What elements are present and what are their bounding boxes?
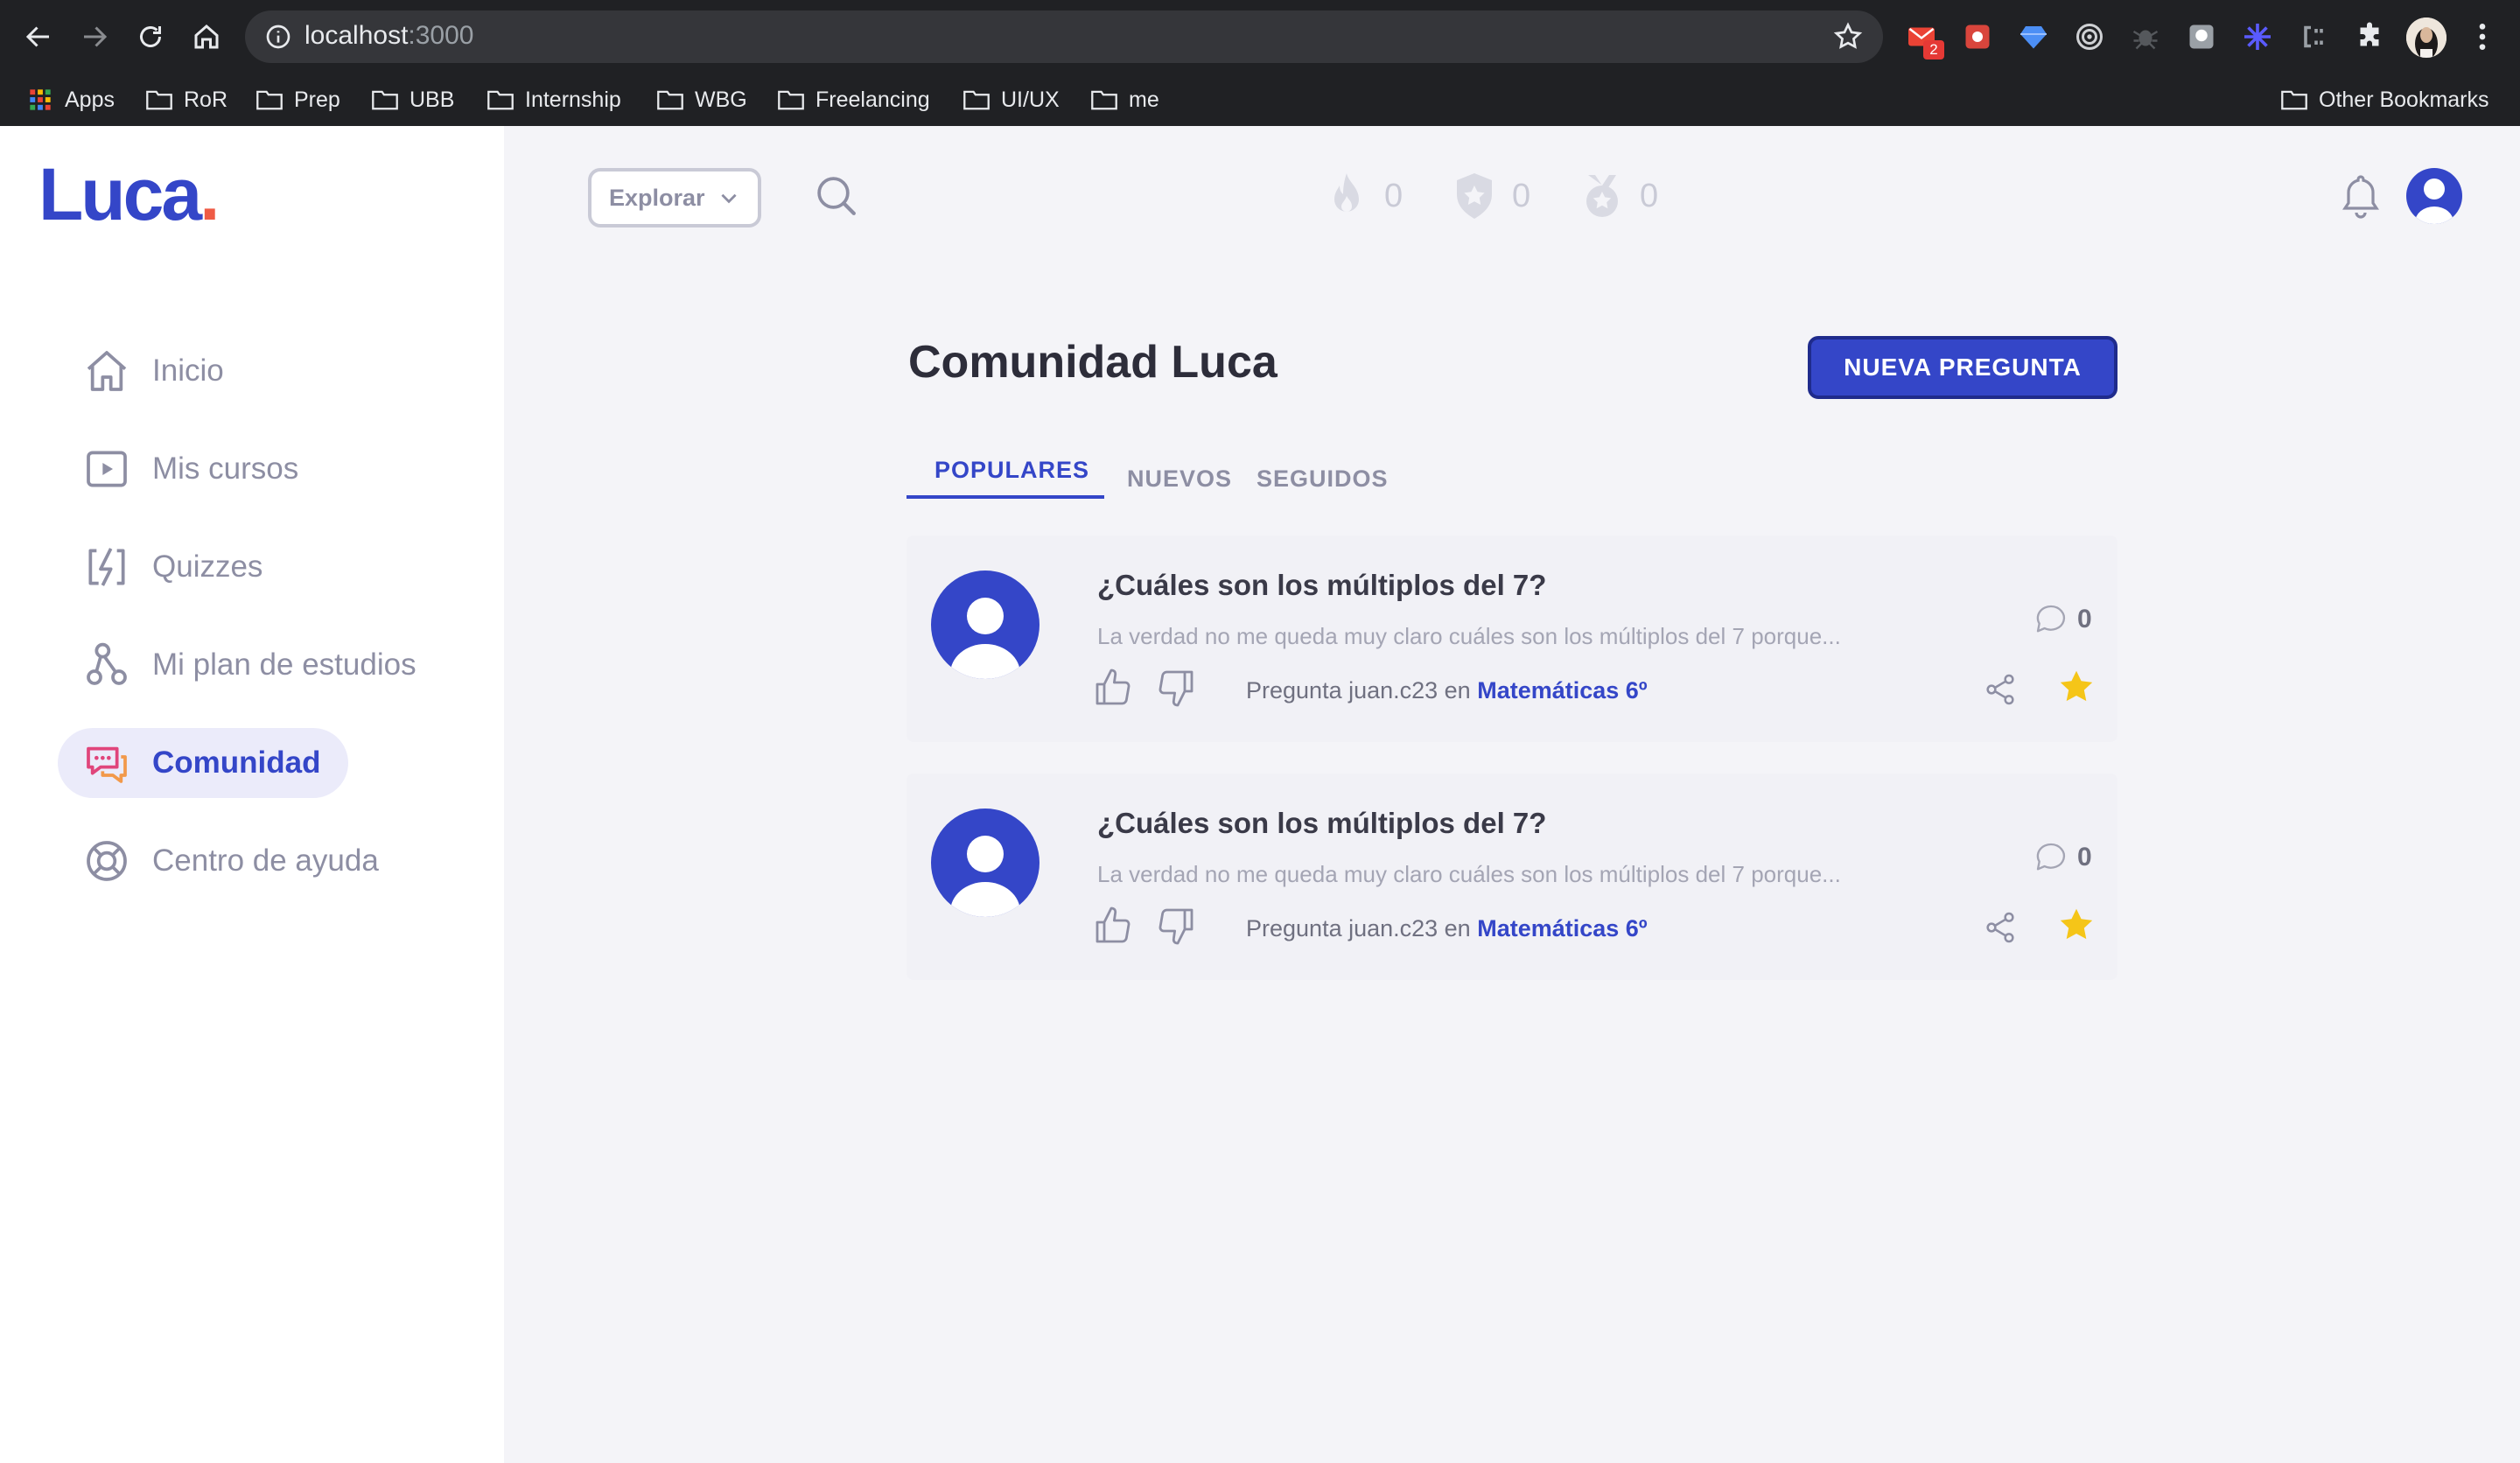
bookmark-folder[interactable]: Internship (486, 80, 621, 119)
shield-star-icon (1457, 173, 1492, 219)
question-meta: Pregunta juan.c23 en Matemáticas 6º (1246, 915, 1648, 942)
folder-icon (1091, 90, 1117, 110)
reload-icon[interactable] (130, 16, 172, 58)
tab-populares[interactable]: POPULARES (934, 457, 1089, 484)
author-avatar (931, 570, 1040, 679)
question-excerpt: La verdad no me queda muy claro cuáles s… (1097, 861, 1841, 887)
lifebuoy-icon (87, 841, 127, 881)
bookmark-folder[interactable]: UI/UX (962, 80, 1060, 119)
bookmark-folder[interactable]: WBG (656, 80, 747, 119)
study-plan-icon (87, 642, 127, 685)
favorite-star-icon[interactable] (2056, 667, 2096, 707)
home-browser-icon[interactable] (186, 16, 228, 58)
home-icon (87, 351, 127, 391)
sidebar-item-mis-cursos[interactable]: Mis cursos (58, 434, 323, 504)
chat-icon (87, 746, 127, 783)
tab-seguidos[interactable]: SEGUIDOS (1256, 466, 1389, 493)
folder-icon (2281, 90, 2307, 110)
bookmark-star-icon[interactable] (1832, 21, 1864, 52)
new-question-button[interactable]: NUEVA PREGUNTA (1808, 336, 2118, 399)
css-extension-icon[interactable] (2296, 19, 2331, 54)
thumbs-up-icon[interactable] (1092, 905, 1134, 947)
bookmark-other[interactable]: Other Bookmarks (2280, 80, 2489, 119)
gem-extension-icon[interactable] (2016, 19, 2051, 54)
lightning-icon (88, 548, 125, 586)
sidebar-item-centro-de-ayuda[interactable]: Centro de ayuda (58, 826, 403, 896)
sidebar-item-plan-de-estudios[interactable]: Mi plan de estudios (58, 630, 441, 700)
explore-dropdown[interactable]: Explorar (588, 168, 761, 228)
search-icon[interactable] (812, 172, 861, 220)
browser-menu-icon[interactable] (2469, 19, 2496, 54)
thumbs-up-icon[interactable] (1092, 667, 1134, 709)
target-extension-icon[interactable] (2072, 19, 2107, 54)
folder-icon (963, 90, 990, 110)
folder-icon (778, 90, 804, 110)
puzzle-extension-icon[interactable] (1960, 19, 1995, 54)
badges-stat: 0 (1452, 170, 1530, 222)
notification-badge: 2 (1923, 40, 1944, 60)
question-title[interactable]: ¿Cuáles son los múltiplos del 7? (1097, 569, 1546, 602)
ghost-extension-icon[interactable] (2184, 19, 2219, 54)
chevron-down-icon (720, 193, 737, 204)
thumbs-down-icon[interactable] (1155, 667, 1197, 709)
course-link[interactable]: Matemáticas 6º (1477, 915, 1647, 942)
bookmark-folder[interactable]: RoR (145, 80, 228, 119)
streak-stat: 0 (1325, 170, 1403, 222)
spider-extension-icon[interactable] (2128, 19, 2163, 54)
back-arrow-icon[interactable] (18, 16, 60, 58)
comment-count[interactable]: 0 (2034, 840, 2092, 875)
bookmark-apps[interactable]: Apps (26, 80, 115, 119)
question-meta: Pregunta juan.c23 en Matemáticas 6º (1246, 677, 1648, 704)
question-excerpt: La verdad no me queda muy claro cuáles s… (1097, 623, 1841, 649)
bookmark-folder[interactable]: me (1090, 80, 1159, 119)
snowflake-extension-icon[interactable] (2240, 19, 2275, 54)
gmail-extension-icon[interactable]: 2 (1904, 19, 1944, 60)
folder-icon (487, 90, 514, 110)
sidebar: Luca. Inicio Mis cursos Quizzes Mi plan … (0, 126, 504, 1463)
browser-chrome: localhost:3000 2 Apps RoR Prep UBB Inter… (0, 0, 2520, 126)
folder-icon (372, 90, 398, 110)
bookmark-folder[interactable]: Prep (256, 80, 340, 119)
address-bar[interactable]: localhost:3000 (245, 10, 1883, 63)
url-text[interactable]: localhost:3000 (304, 21, 473, 51)
medals-stat: 0 (1580, 170, 1658, 222)
thumbs-down-icon[interactable] (1155, 905, 1197, 947)
play-icon (87, 451, 127, 487)
forward-arrow-icon[interactable] (74, 16, 116, 58)
bookmarks-bar: Apps RoR Prep UBB Internship WBG Freelan… (0, 74, 2520, 126)
folder-icon (256, 90, 283, 110)
folder-icon (146, 90, 172, 110)
share-icon[interactable] (1983, 672, 2018, 707)
comment-count[interactable]: 0 (2034, 602, 2092, 637)
share-icon[interactable] (1983, 910, 2018, 945)
question-card[interactable]: ¿Cuáles son los múltiplos del 7? La verd… (906, 774, 2118, 980)
user-avatar[interactable] (2406, 168, 2462, 224)
extensions-puzzle-icon[interactable] (2352, 19, 2387, 54)
browser-profile-avatar[interactable] (2406, 18, 2446, 58)
browser-toolbar: localhost:3000 2 (0, 0, 2520, 74)
sidebar-item-inicio[interactable]: Inicio (58, 336, 248, 406)
flame-icon (1334, 173, 1359, 212)
comment-icon (2036, 843, 2066, 871)
page-title: Comunidad Luca (908, 337, 1278, 388)
comment-icon (2036, 605, 2066, 633)
sidebar-item-comunidad[interactable]: Comunidad (58, 728, 348, 798)
medal-icon (1586, 175, 1618, 217)
author-avatar (931, 808, 1040, 917)
apps-grid-icon (30, 89, 51, 110)
question-title[interactable]: ¿Cuáles son los múltiplos del 7? (1097, 807, 1546, 840)
sidebar-item-quizzes[interactable]: Quizzes (58, 532, 287, 602)
bookmark-folder[interactable]: Freelancing (777, 80, 930, 119)
bookmark-folder[interactable]: UBB (371, 80, 454, 119)
tab-nuevos[interactable]: NUEVOS (1127, 466, 1232, 493)
luca-logo[interactable]: Luca. (38, 158, 220, 231)
course-link[interactable]: Matemáticas 6º (1477, 677, 1647, 704)
bell-icon[interactable] (2342, 173, 2380, 219)
active-tab-indicator (906, 495, 1104, 499)
info-icon[interactable] (264, 23, 292, 51)
folder-icon (657, 90, 683, 110)
favorite-star-icon[interactable] (2056, 905, 2096, 945)
question-card[interactable]: ¿Cuáles son los múltiplos del 7? La verd… (906, 536, 2118, 742)
